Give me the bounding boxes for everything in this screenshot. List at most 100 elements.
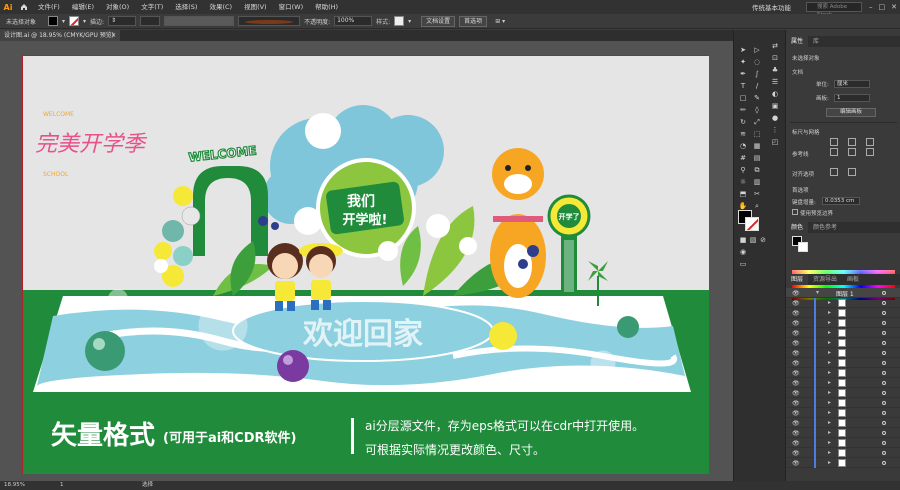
eye-icon[interactable]: 👁 <box>792 330 800 337</box>
unit-select[interactable]: 厘米 <box>834 80 870 88</box>
target-icon[interactable] <box>882 291 886 295</box>
chevron-right-icon[interactable]: ▸ <box>828 389 831 396</box>
stroke-profile-field[interactable] <box>164 16 235 26</box>
dock-icon-7[interactable]: ● <box>770 114 780 123</box>
curvature-tool-icon[interactable]: ∫ <box>752 70 762 79</box>
dock-icon-5[interactable]: ◐ <box>770 90 780 99</box>
target-icon[interactable] <box>882 301 886 305</box>
slice-tool-icon[interactable]: ✂ <box>752 190 762 199</box>
document-tab[interactable]: 设计图.ai @ 18.95% (CMYK/GPU 预览) ✕ <box>0 30 120 41</box>
shape-builder-icon[interactable]: ◔ <box>738 142 748 151</box>
dock-icon-9[interactable]: ◰ <box>770 138 780 147</box>
layer-row[interactable]: 👁 ▸ <box>786 308 900 318</box>
layer-row[interactable]: 👁 ▸ <box>786 368 900 378</box>
pencil-tool-icon[interactable]: ✏ <box>738 106 748 115</box>
stock-search-input[interactable]: 搜索 Adobe Stock <box>806 2 862 18</box>
target-icon[interactable] <box>882 331 886 335</box>
menu-effect[interactable]: 效果(C) <box>203 0 238 14</box>
chevron-right-icon[interactable]: ▸ <box>828 399 831 406</box>
chevron-right-icon[interactable]: ▸ <box>828 359 831 366</box>
layer-row[interactable]: 👁 ▸ <box>786 398 900 408</box>
magic-wand-icon[interactable]: ✦ <box>738 58 748 67</box>
menu-view[interactable]: 视图(V) <box>238 0 273 14</box>
menu-window[interactable]: 窗口(W) <box>273 0 310 14</box>
menu-select[interactable]: 选择(S) <box>169 0 203 14</box>
chevron-right-icon[interactable]: ▸ <box>828 429 831 436</box>
canvas-area[interactable]: 欢迎回家 我们 开学啦! WELCOME 开学了 完美开学季 WELCOME S… <box>0 41 733 481</box>
maximize-icon[interactable]: □ <box>879 3 886 11</box>
chevron-right-icon[interactable]: ▸ <box>828 339 831 346</box>
chevron-down-icon[interactable]: ▾ <box>816 289 819 296</box>
keyboard-increment-field[interactable]: 0.0353 cm <box>822 197 860 205</box>
eye-icon[interactable]: 👁 <box>792 440 800 447</box>
selection-tool-icon[interactable]: ➤ <box>738 46 748 55</box>
draw-mode-icon[interactable]: ◉ <box>738 248 748 257</box>
menu-help[interactable]: 帮助(H) <box>309 0 344 14</box>
lasso-icon[interactable]: ◌ <box>752 58 762 67</box>
gradient-mode-icon[interactable]: ▧ <box>748 236 758 245</box>
target-icon[interactable] <box>882 411 886 415</box>
grid-icon[interactable] <box>848 138 856 146</box>
chevron-right-icon[interactable]: ▸ <box>828 329 831 336</box>
dock-icon-8[interactable]: ⋮ <box>770 126 780 135</box>
gradient-tool-icon[interactable]: ▤ <box>752 154 762 163</box>
chevron-right-icon[interactable]: ▸ <box>828 299 831 306</box>
eye-icon[interactable]: 👁 <box>792 390 800 397</box>
layer-row-top[interactable]: 👁 ▾ 图层 1 <box>786 288 900 298</box>
symbol-sprayer-icon[interactable]: ☼ <box>738 178 748 187</box>
eye-icon[interactable]: 👁 <box>792 420 800 427</box>
eye-icon[interactable]: 👁 <box>792 400 800 407</box>
chevron-right-icon[interactable]: ▸ <box>828 309 831 316</box>
brush-preview[interactable] <box>238 16 301 26</box>
rectangle-tool-icon[interactable]: □ <box>738 94 748 103</box>
eyedropper-icon[interactable]: ⚲ <box>738 166 748 175</box>
layer-row[interactable]: 👁 ▸ <box>786 458 900 468</box>
document-setup-button[interactable]: 文档设置 <box>421 15 456 27</box>
artboard[interactable]: 欢迎回家 我们 开学啦! WELCOME 开学了 完美开学季 WELCOME S… <box>22 55 709 474</box>
screen-mode-icon[interactable]: ▭ <box>738 260 748 269</box>
tab-properties[interactable]: 属性 <box>786 36 809 47</box>
color-stroke-mini[interactable] <box>798 242 808 252</box>
chevron-right-icon[interactable]: ▸ <box>828 449 831 456</box>
menu-edit[interactable]: 编辑(E) <box>66 0 100 14</box>
mesh-tool-icon[interactable]: # <box>738 154 748 163</box>
zoom-level[interactable]: 18.95% <box>4 481 25 490</box>
chevron-right-icon[interactable]: ▸ <box>828 419 831 426</box>
layer-row[interactable]: 👁 ▸ <box>786 348 900 358</box>
paintbrush-tool-icon[interactable]: ✎ <box>752 94 762 103</box>
layer-row[interactable]: 👁 ▸ <box>786 378 900 388</box>
pixel-grid-icon[interactable] <box>866 138 874 146</box>
layer-row[interactable]: 👁 ▸ <box>786 438 900 448</box>
menu-type[interactable]: 文字(T) <box>135 0 169 14</box>
home-icon[interactable] <box>16 0 32 14</box>
dock-icon-2[interactable]: ⊡ <box>770 54 780 63</box>
line-tool-icon[interactable]: / <box>752 82 762 91</box>
width-tool-icon[interactable]: ≋ <box>738 130 748 139</box>
eye-icon[interactable]: 👁 <box>792 410 800 417</box>
chevron-right-icon[interactable]: ▸ <box>828 459 831 466</box>
target-icon[interactable] <box>882 401 886 405</box>
align-left-icon[interactable] <box>830 168 838 176</box>
layer-row[interactable]: 👁 ▸ <box>786 388 900 398</box>
dock-icon-1[interactable]: ⇄ <box>770 42 780 51</box>
target-icon[interactable] <box>882 351 886 355</box>
artboard-number[interactable]: 1 <box>60 481 64 490</box>
layer-row[interactable]: 👁 ▸ <box>786 318 900 328</box>
eye-icon[interactable]: 👁 <box>792 370 800 377</box>
variable-width-field[interactable] <box>140 16 161 26</box>
chevron-right-icon[interactable]: ▸ <box>828 369 831 376</box>
rotate-tool-icon[interactable]: ↻ <box>738 118 748 127</box>
smart-guides-icon[interactable] <box>866 148 874 156</box>
eye-icon[interactable]: 👁 <box>792 380 800 387</box>
layer-row[interactable]: 👁 ▸ <box>786 328 900 338</box>
target-icon[interactable] <box>882 431 886 435</box>
chevron-right-icon[interactable]: ▸ <box>828 349 831 356</box>
preferences-button[interactable]: 首选项 <box>459 15 488 27</box>
eye-icon[interactable]: 👁 <box>792 300 800 307</box>
target-icon[interactable] <box>882 381 886 385</box>
chevron-right-icon[interactable]: ▸ <box>828 409 831 416</box>
chevron-right-icon[interactable]: ▸ <box>828 319 831 326</box>
eye-icon[interactable]: 👁 <box>792 360 800 367</box>
free-transform-icon[interactable]: ⬚ <box>752 130 762 139</box>
layer-row[interactable]: 👁 ▸ <box>786 298 900 308</box>
